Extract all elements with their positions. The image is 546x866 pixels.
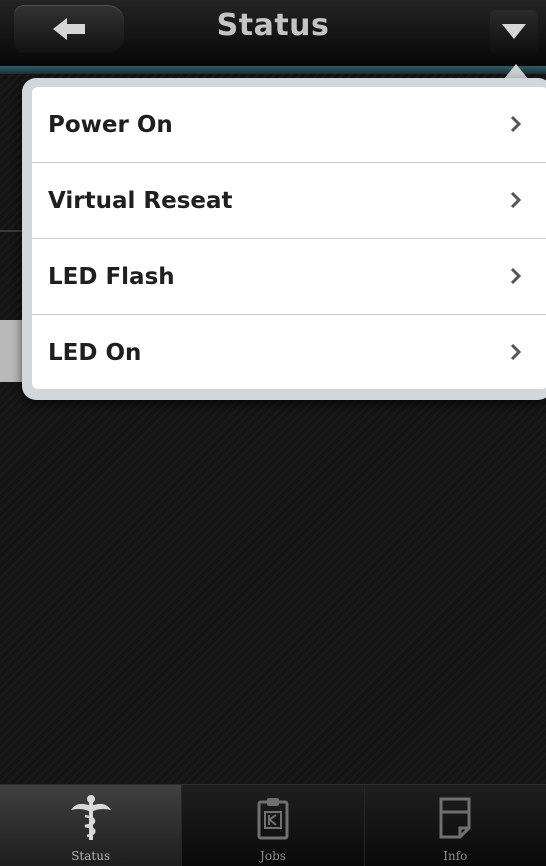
action-menu: Power On Virtual Reseat LED Flash LED On (22, 78, 546, 400)
menu-item-power-on[interactable]: Power On (32, 87, 546, 163)
menu-toggle-button[interactable] (490, 10, 538, 54)
chevron-right-icon (510, 343, 522, 361)
tab-jobs[interactable]: Jobs (182, 785, 365, 866)
chevron-right-icon (510, 191, 522, 209)
action-menu-list: Power On Virtual Reseat LED Flash LED On (32, 87, 546, 389)
menu-item-label: Power On (48, 111, 173, 138)
menu-item-virtual-reseat[interactable]: Virtual Reseat (32, 163, 546, 239)
tab-label: Status (71, 849, 111, 863)
document-icon (438, 793, 472, 843)
menu-item-label: Virtual Reseat (48, 187, 233, 214)
chevron-down-icon (502, 24, 526, 39)
header-bar: Status (0, 0, 546, 66)
menu-item-led-on[interactable]: LED On (32, 315, 546, 389)
page-title: Status (216, 8, 330, 43)
tab-label: Jobs (260, 849, 286, 863)
tab-info[interactable]: Info (365, 785, 546, 866)
chevron-right-icon (510, 267, 522, 285)
chevron-right-icon (510, 115, 522, 133)
menu-item-label: LED Flash (48, 263, 175, 290)
menu-item-led-flash[interactable]: LED Flash (32, 239, 546, 315)
caduceus-icon (69, 793, 113, 843)
clipboard-icon (256, 793, 290, 843)
tab-status[interactable]: Status (0, 785, 183, 866)
header-accent-line (0, 66, 546, 74)
tab-label: Info (443, 849, 468, 863)
app-screen: Status Power On Virtual Reseat LED Flash… (0, 0, 546, 866)
tab-bar: Status Jobs Info (0, 784, 546, 866)
menu-item-label: LED On (48, 339, 142, 366)
